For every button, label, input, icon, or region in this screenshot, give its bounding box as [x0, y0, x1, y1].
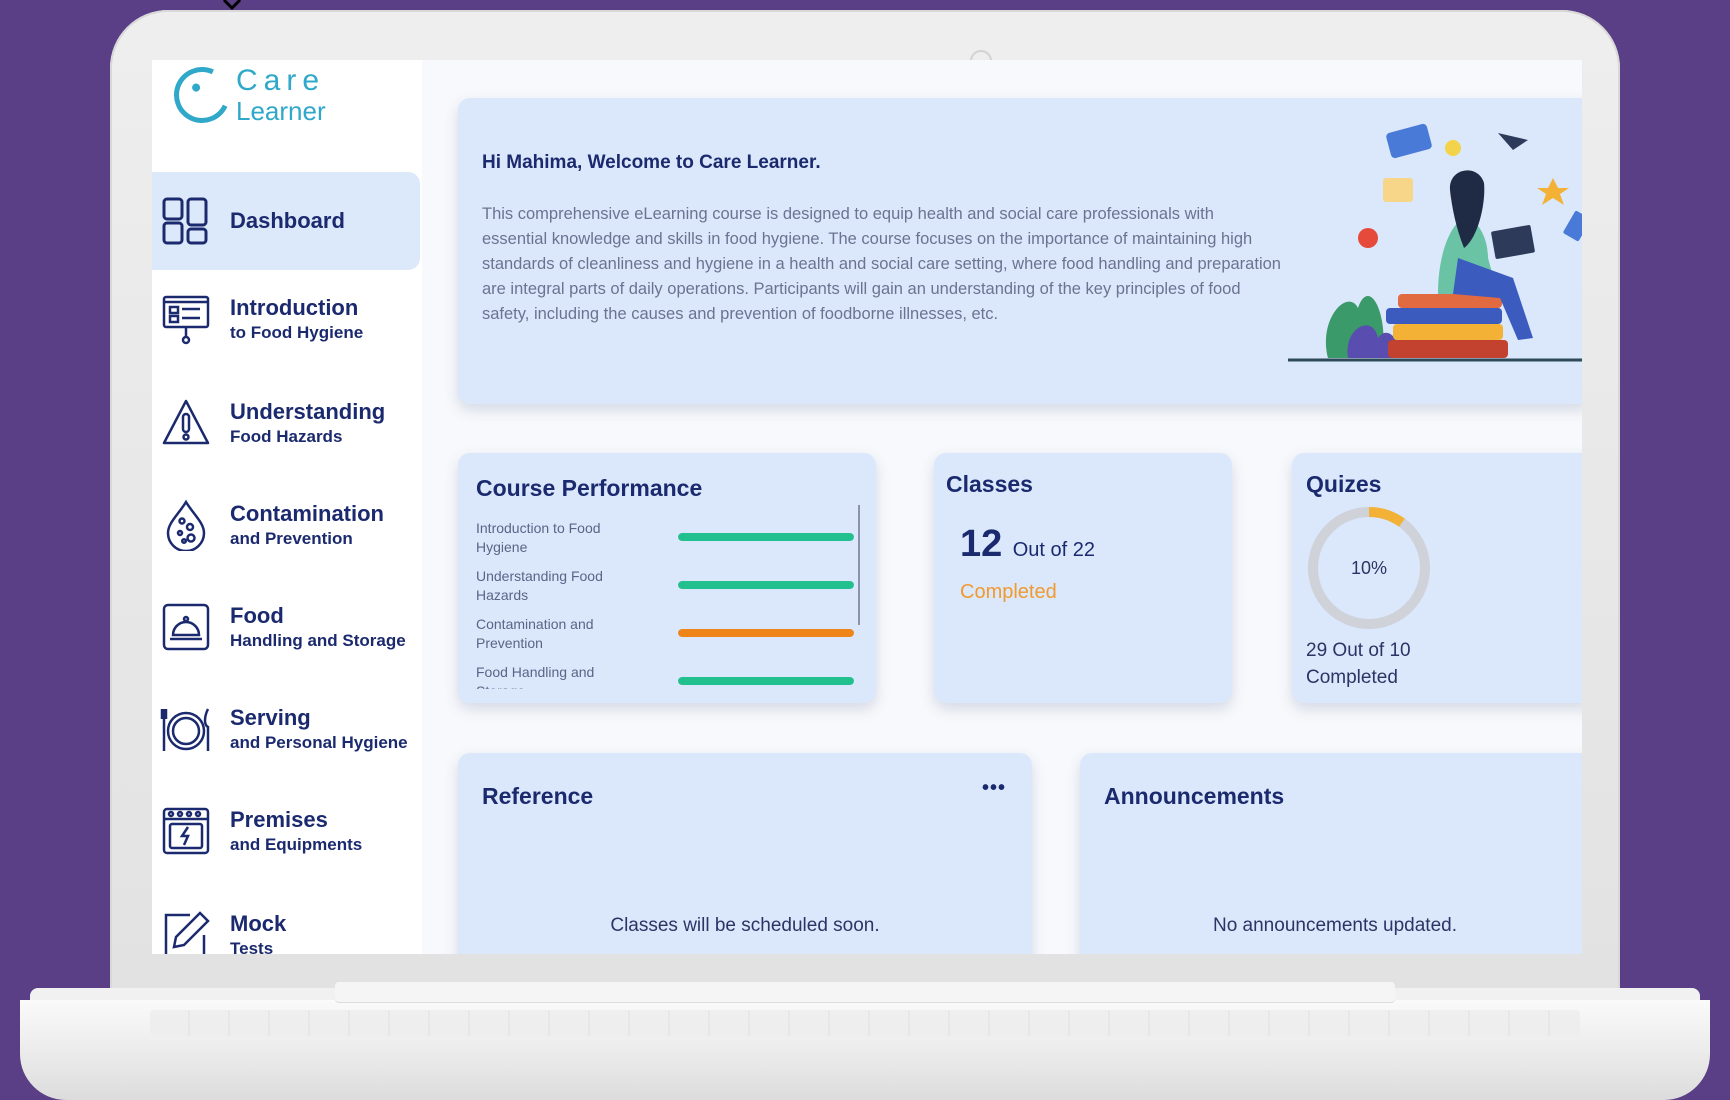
sidebar-item-label: Serving — [230, 704, 311, 730]
reference-card: Reference ••• Classes will be scheduled … — [458, 753, 1032, 954]
sidebar-item-contamination[interactable]: Contamination and Prevention — [152, 476, 420, 574]
sidebar-item-understanding[interactable]: Understanding Food Hazards — [152, 374, 420, 472]
oven-icon — [158, 803, 214, 859]
sidebar-item-mock[interactable]: Mock Tests — [152, 886, 420, 954]
brand-line1: Care — [236, 64, 326, 97]
sidebar-item-food[interactable]: Food Handling and Storage — [152, 578, 420, 676]
app-screen: Care Learner Dashboard Introduction to F… — [152, 60, 1582, 954]
progress-fill — [678, 677, 854, 685]
contamination-drop-icon — [158, 497, 214, 553]
welcome-card: Hi Mahima, Welcome to Care Learner. This… — [458, 98, 1582, 404]
sidebar-item-introduction[interactable]: Introduction to Food Hygiene — [152, 270, 420, 368]
sidebar-item-sublabel: Handling and Storage — [230, 631, 406, 650]
announcements-card: Announcements No announcements updated. — [1080, 753, 1582, 954]
cloche-icon — [158, 599, 214, 655]
keyboard-strip — [150, 1010, 1580, 1036]
brand-logo[interactable]: Care Learner — [166, 60, 374, 131]
sidebar-item-sublabel: to Food Hygiene — [230, 323, 364, 342]
sidebar-item-label: Introduction — [230, 294, 359, 320]
course-performance-card: Course Performance Introduction to Food … — [458, 453, 876, 703]
sidebar-item-label: Mock — [230, 910, 287, 936]
sidebar: Care Learner Dashboard Introduction to F… — [152, 60, 422, 954]
performance-label: Introduction to Food Hygiene — [476, 520, 601, 555]
dashboard-grid-icon — [158, 193, 214, 249]
classes-total: Out of 22 — [1012, 539, 1096, 561]
progress-bar — [678, 581, 854, 589]
performance-row: Contamination and Prevention — [476, 615, 856, 659]
laptop-hinge — [335, 982, 1395, 1002]
warning-triangle-icon — [158, 395, 214, 451]
performance-label: Food Handling and Storage — [476, 664, 595, 689]
sidebar-item-sublabel: and Personal Hygiene — [230, 733, 408, 752]
course-performance-title: Course Performance — [476, 475, 703, 501]
presentation-board-icon — [158, 291, 214, 347]
quizzes-title: Quizes — [1306, 471, 1382, 497]
sidebar-item-label: Dashboard — [230, 207, 345, 233]
sidebar-item-label: Premises — [230, 806, 328, 832]
classes-title: Classes — [946, 471, 1033, 497]
quizzes-card: Quizes 10% 29 Out of 10 Completed — [1292, 453, 1582, 703]
main-content: Hi Mahima, Welcome to Care Learner. This… — [422, 60, 1582, 954]
reference-title: Reference — [482, 783, 594, 809]
sidebar-item-dashboard[interactable]: Dashboard — [152, 172, 420, 270]
sidebar-item-sublabel: and Equipments — [230, 835, 363, 854]
sidebar-item-label: Food — [230, 602, 284, 628]
classes-status: Completed — [960, 581, 1057, 603]
student-illustration — [1288, 123, 1582, 362]
quiz-status-text: Completed — [1306, 667, 1398, 688]
quiz-count-text: 29 Out of 10 — [1306, 640, 1411, 661]
classes-card: Classes 12 Out of 22 Completed — [934, 453, 1232, 703]
welcome-description: This comprehensive eLearning course is d… — [482, 205, 1281, 323]
sidebar-item-premises[interactable]: Premises and Equipments — [152, 782, 420, 880]
progress-bar — [678, 629, 854, 637]
brand-line2: Learner — [236, 96, 326, 126]
cursor-icon — [222, 0, 242, 10]
classes-count: 12 — [960, 523, 1003, 565]
sidebar-item-label: Contamination — [230, 500, 384, 526]
progress-fill — [678, 581, 854, 589]
sidebar-item-serving[interactable]: Serving and Personal Hygiene — [152, 680, 420, 778]
pencil-edit-icon — [158, 907, 214, 954]
progress-fill — [678, 629, 854, 637]
reference-empty-message: Classes will be scheduled soon. — [610, 915, 880, 936]
performance-row: Introduction to Food Hygiene — [476, 519, 856, 563]
quiz-percent: 10% — [1350, 557, 1388, 578]
performance-row: Understanding Food Hazards — [476, 567, 856, 611]
progress-bar — [678, 677, 854, 685]
announcements-empty-message: No announcements updated. — [1212, 915, 1457, 936]
plate-cutlery-icon — [158, 701, 214, 757]
performance-label: Contamination and Prevention — [476, 616, 594, 651]
sidebar-item-sublabel: and Prevention — [230, 529, 353, 548]
sidebar-item-label: Understanding — [230, 398, 386, 424]
sidebar-item-sublabel: Tests — [230, 939, 274, 954]
announcements-title: Announcements — [1104, 783, 1285, 809]
performance-label: Understanding Food Hazards — [476, 568, 603, 603]
sidebar-item-sublabel: Food Hazards — [230, 427, 343, 446]
more-options-icon[interactable]: ••• — [982, 777, 1006, 800]
progress-bar — [678, 533, 854, 541]
progress-fill — [678, 533, 854, 541]
logo-icon — [166, 60, 238, 131]
course-performance-list: Introduction to Food Hygiene Understandi… — [458, 511, 876, 689]
performance-row: Food Handling and Storage — [476, 663, 856, 689]
welcome-title: Hi Mahima, Welcome to Care Learner. — [482, 152, 821, 173]
